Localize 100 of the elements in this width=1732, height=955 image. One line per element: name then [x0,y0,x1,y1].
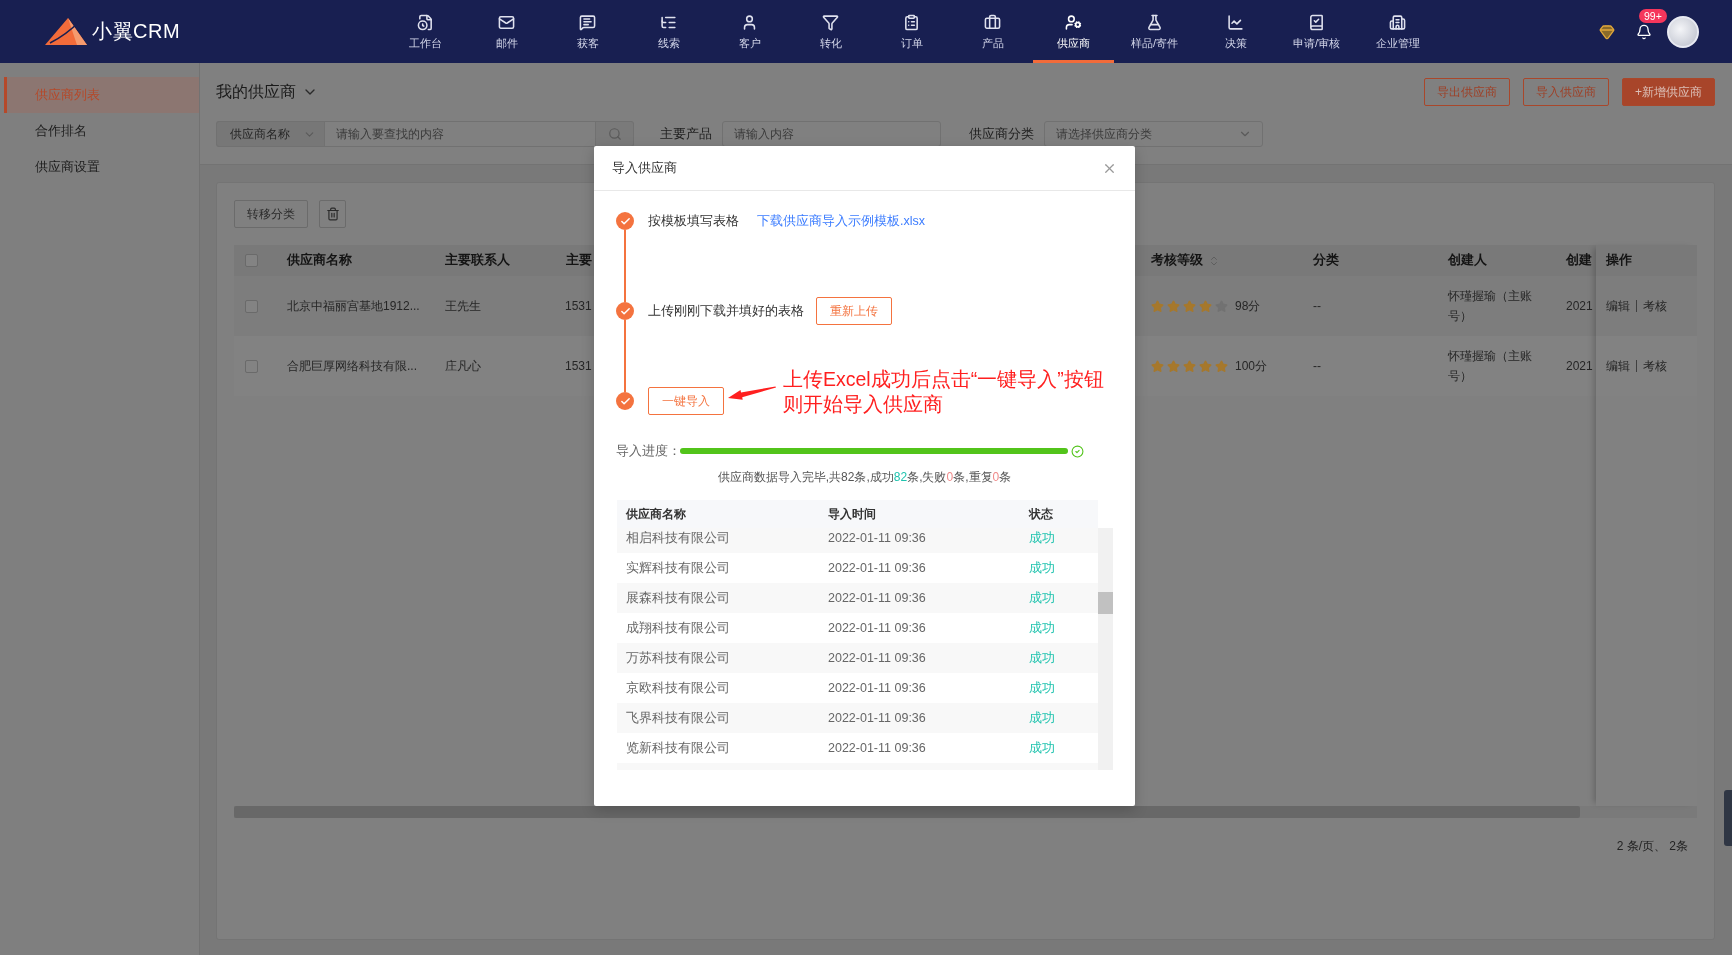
input-field[interactable]: 请输入内容 [722,121,941,147]
table-cell: 2022-01-11 09:36 [828,651,926,665]
column-header: 供应商名称 [626,505,686,523]
bell-icon[interactable] [1636,23,1652,40]
score-text: 98分 [1235,297,1261,315]
step-button[interactable]: 重新上传 [816,297,892,325]
status-text: 成功 [1029,559,1055,577]
column-header[interactable]: 考核等级 [1151,252,1220,269]
sort-icon[interactable] [1208,254,1220,267]
filter-label: 主要产品 [660,125,712,143]
logo-icon [44,17,88,46]
star-icon [1199,359,1212,373]
clipboard-icon [903,14,920,31]
status-text: 成功 [1029,529,1055,547]
table-cell-text: -- [1313,298,1321,315]
action-link[interactable]: 编辑 [1606,357,1630,375]
table-cell: 2022-01-11 09:36 [828,561,926,575]
table-cell-text: 2021 [1566,298,1593,315]
table-cell-text: 北京中福丽宫基地1912... [287,298,420,315]
nav-tab[interactable]: 邮件 [466,0,547,63]
status-text: 成功 [1029,589,1055,607]
table-cell: 2022-01-11 09:36 [828,681,926,695]
column-header: 供应商名称 [287,252,352,269]
nav-tab[interactable]: 企业管理 [1357,0,1438,63]
nav-tab[interactable]: 决策 [1195,0,1276,63]
delete-button[interactable] [319,200,346,228]
category-select[interactable]: 请选择供应商分类 [1044,121,1263,147]
download-link[interactable]: 下载供应商导入示例模板.xlsx [757,212,925,230]
star-icon [1183,299,1196,313]
action-link[interactable]: 编辑 [1606,297,1630,315]
action-link[interactable]: 考核 [1643,357,1667,375]
table-cell: 万苏科技有限公司 [626,649,730,667]
scrollbar-thumb[interactable] [1098,592,1113,614]
table-cell-text: 1531 [565,298,592,315]
sidebar-item[interactable]: 合作排名 [4,113,199,149]
nav-tab[interactable]: 线索 [628,0,709,63]
column-header: 分类 [1313,252,1339,269]
arrow-icon [727,386,777,401]
checkbox[interactable] [245,299,258,313]
search-field[interactable]: 请输入要查找的内容 [324,121,596,147]
trash-icon [325,207,340,221]
header-button[interactable]: +新增供应商 [1622,78,1715,106]
line-chart-icon [1227,14,1244,31]
table-cell: 展森科技有限公司 [626,589,730,607]
step-connector [624,320,626,392]
step-button[interactable]: 一键导入 [648,387,724,415]
status-text: 成功 [1029,709,1055,727]
briefcase-icon [984,14,1001,31]
star-icon [1183,359,1196,373]
table-cell: 飞界科技有限公司 [626,709,730,727]
action-link[interactable]: 考核 [1643,297,1667,315]
table-cell: 成翔科技有限公司 [626,619,730,637]
table-cell: 2022-01-11 09:36 [828,741,926,755]
building-icon [1389,14,1406,31]
star-icon [1167,359,1180,373]
status-text: 成功 [1029,619,1055,637]
diamond-icon[interactable] [1599,23,1615,40]
search-scope-select[interactable]: 供应商名称 [216,121,324,147]
mail-icon [498,14,515,31]
nav-tab[interactable]: 转化 [790,0,871,63]
nav-tab[interactable]: 产品 [952,0,1033,63]
user-gear-icon [1065,14,1082,31]
column-header: 创建 [1566,252,1592,269]
nav-tab[interactable]: 工作台 [385,0,466,63]
table-cell-text: 王先生 [445,298,481,315]
column-header: 主要联系人 [445,252,510,269]
nav-tab[interactable]: 申请/审核 [1276,0,1357,63]
star-icon [1199,299,1212,313]
step-label: 上传刚刚下载并填好的表格 [648,302,804,320]
search-icon [607,127,622,141]
checkbox[interactable] [245,254,258,267]
status-text: 成功 [1029,679,1055,697]
step-connector [624,230,626,302]
book-check-icon [1308,14,1325,31]
table-cell: 2022-01-11 09:36 [828,621,926,635]
star-icon [1151,299,1164,313]
sidebar-item[interactable]: 供应商设置 [4,149,199,185]
table-cell-text: 合肥巨厚网络科技有限... [287,358,417,375]
table-cell-text: 怀瑾握瑜（主账号） [1448,288,1533,325]
move-category-button[interactable]: 转移分类 [234,200,308,228]
star-icon [1151,359,1164,373]
nav-tab[interactable]: 客户 [709,0,790,63]
column-header: 状态 [1029,505,1053,523]
table-cell: 览新科技有限公司 [626,739,730,757]
table-cell-text: 1531 [565,358,592,375]
nav-tab[interactable]: 获客 [547,0,628,63]
nav-tab[interactable]: 订单 [871,0,952,63]
status-text: 成功 [1029,649,1055,667]
search-button[interactable] [596,121,634,147]
checkbox[interactable] [245,359,258,373]
page-title[interactable]: 我的供应商 [216,81,296,103]
nav-tab[interactable]: 样品/寄件 [1114,0,1195,63]
import-summary: 供应商数据导入完毕,共82条,成功82条,失败0条,重复0条 [717,469,1012,485]
list-tree-icon [660,14,677,31]
avatar[interactable] [1667,15,1699,48]
dialog-title: 导入供应商 [612,159,677,177]
pagination-text: 2 条/页、 2条 [1616,838,1688,855]
side-panel-handle[interactable] [1724,790,1732,846]
table-cell: 2022-01-11 09:36 [828,591,926,605]
notification-badge: 99+ [1639,8,1667,23]
